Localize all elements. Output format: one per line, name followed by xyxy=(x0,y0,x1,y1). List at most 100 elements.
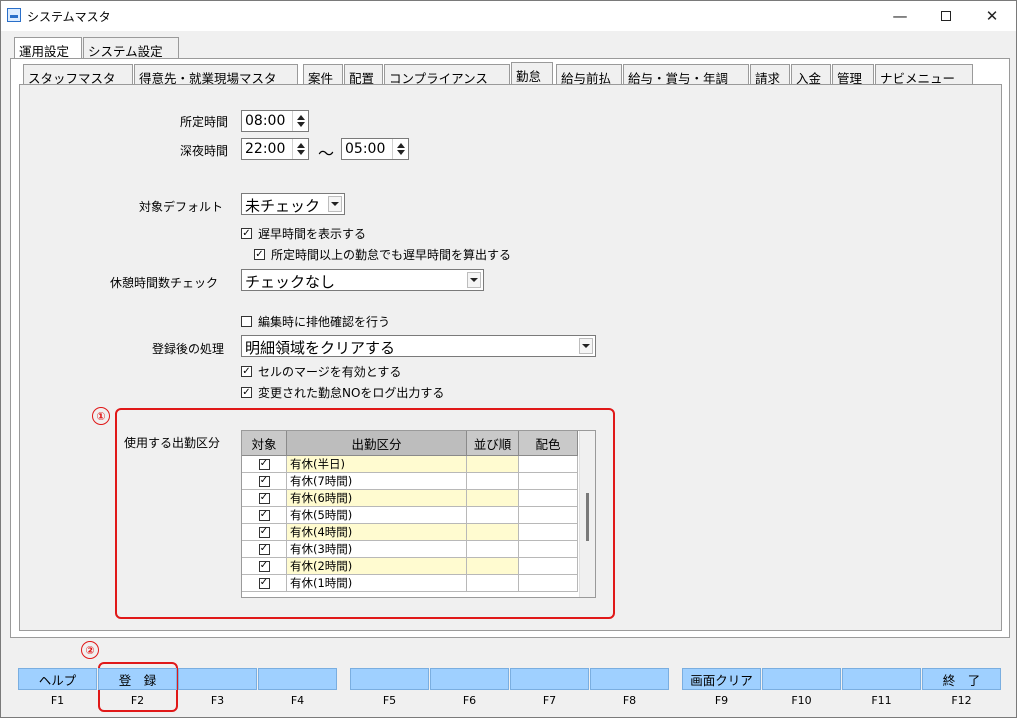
minimize-button[interactable]: — xyxy=(877,1,923,31)
tab-compliance[interactable]: コンプライアンス xyxy=(384,64,510,86)
row-target-cell[interactable]: ✓ xyxy=(242,541,287,558)
exclusive-checkbox[interactable]: 編集時に排他確認を行う xyxy=(241,313,390,330)
dropdown-arrow-icon[interactable] xyxy=(579,338,593,354)
row-target-cell[interactable]: ✓ xyxy=(242,524,287,541)
row-target-cell[interactable]: ✓ xyxy=(242,507,287,524)
checkbox-icon[interactable]: ✓ xyxy=(258,475,270,487)
cell-merge-checkbox[interactable]: ✓ セルのマージを有効とする xyxy=(241,363,401,380)
table-row[interactable]: ✓ 有休(半日) xyxy=(242,456,578,473)
row-color-cell[interactable] xyxy=(519,558,578,575)
table-row[interactable]: ✓ 有休(2時間) xyxy=(242,558,578,575)
row-color-cell[interactable] xyxy=(519,473,578,490)
row-attendance-type-cell[interactable]: 有休(7時間) xyxy=(287,473,467,490)
function-button-f5[interactable] xyxy=(350,668,429,690)
row-color-cell[interactable] xyxy=(519,575,578,592)
column-header-attendance-type[interactable]: 出勤区分 xyxy=(287,431,467,456)
row-color-cell[interactable] xyxy=(519,524,578,541)
close-button[interactable]: ✕ xyxy=(969,1,1015,31)
tab-salary-advance[interactable]: 給与前払 xyxy=(556,64,622,86)
row-color-cell[interactable] xyxy=(519,456,578,473)
function-button-f11[interactable] xyxy=(842,668,921,690)
function-button-f7[interactable] xyxy=(510,668,589,690)
column-header-order[interactable]: 並び順 xyxy=(467,431,519,456)
row-color-cell[interactable] xyxy=(519,507,578,524)
maximize-button[interactable] xyxy=(923,1,969,31)
attendance-type-grid[interactable]: 対象 出勤区分 並び順 配色 ✓ 有休(半日) ✓ 有休(7時間) ✓ 有休(6時間) ✓ 有… xyxy=(241,430,596,598)
table-row[interactable]: ✓ 有休(3時間) xyxy=(242,541,578,558)
spinner-arrows-icon[interactable] xyxy=(392,139,408,159)
grid-vertical-scrollbar[interactable] xyxy=(579,431,595,597)
spinner-arrows-icon[interactable] xyxy=(292,111,308,131)
tab-client-site-master[interactable]: 得意先・就業現場マスタ xyxy=(134,64,298,86)
standard-time-spinner[interactable]: 08:00 xyxy=(241,110,309,132)
table-row[interactable]: ✓ 有休(7時間) xyxy=(242,473,578,490)
log-output-checkbox[interactable]: ✓ 変更された勤怠NOをログ出力する xyxy=(241,384,444,401)
checkbox-icon[interactable]: ✓ xyxy=(258,560,270,572)
tab-operation-settings[interactable]: 運用設定 xyxy=(14,37,82,60)
row-order-cell[interactable] xyxy=(467,456,519,473)
function-button-f2[interactable]: 登 録 xyxy=(98,668,177,690)
checkbox-icon[interactable]: ✓ xyxy=(258,526,270,538)
tab-salary-bonus-yearend[interactable]: 給与・賞与・年調 xyxy=(623,64,749,86)
function-button-f6[interactable] xyxy=(430,668,509,690)
tab-management[interactable]: 管理 xyxy=(832,64,874,86)
row-target-cell[interactable]: ✓ xyxy=(242,558,287,575)
checkbox-icon[interactable]: ✓ xyxy=(258,458,270,470)
column-header-target[interactable]: 対象 xyxy=(242,431,287,456)
tab-placement[interactable]: 配置 xyxy=(344,64,383,86)
dropdown-arrow-icon[interactable] xyxy=(328,196,342,212)
spinner-arrows-icon[interactable] xyxy=(292,139,308,159)
row-attendance-type-cell[interactable]: 有休(3時間) xyxy=(287,541,467,558)
night-end-spinner[interactable]: 05:00 xyxy=(341,138,409,160)
checkbox-icon[interactable]: ✓ xyxy=(241,366,252,377)
checkbox-icon[interactable]: ✓ xyxy=(258,577,270,589)
row-attendance-type-cell[interactable]: 有休(1時間) xyxy=(287,575,467,592)
function-button-f4[interactable] xyxy=(258,668,337,690)
checkbox-icon[interactable]: ✓ xyxy=(241,387,252,398)
target-default-select[interactable]: 未チェック xyxy=(241,193,345,215)
tab-billing[interactable]: 請求 xyxy=(750,64,790,86)
tab-payment[interactable]: 入金 xyxy=(791,64,831,86)
row-target-cell[interactable]: ✓ xyxy=(242,473,287,490)
function-button-f3[interactable] xyxy=(178,668,257,690)
row-order-cell[interactable] xyxy=(467,490,519,507)
row-order-cell[interactable] xyxy=(467,507,519,524)
row-target-cell[interactable]: ✓ xyxy=(242,456,287,473)
table-row[interactable]: ✓ 有休(4時間) xyxy=(242,524,578,541)
row-order-cell[interactable] xyxy=(467,473,519,490)
function-button-f12[interactable]: 終 了 xyxy=(922,668,1001,690)
row-attendance-type-cell[interactable]: 有休(4時間) xyxy=(287,524,467,541)
table-row[interactable]: ✓ 有休(1時間) xyxy=(242,575,578,592)
row-order-cell[interactable] xyxy=(467,575,519,592)
tab-staff-master[interactable]: スタッフマスタ xyxy=(23,64,133,86)
tab-system-settings[interactable]: システム設定 xyxy=(83,37,179,59)
checkbox-icon[interactable] xyxy=(241,316,252,327)
dropdown-arrow-icon[interactable] xyxy=(467,272,481,288)
row-attendance-type-cell[interactable]: 有休(6時間) xyxy=(287,490,467,507)
break-check-select[interactable]: チェックなし xyxy=(241,269,484,291)
checkbox-icon[interactable]: ✓ xyxy=(254,249,265,260)
row-target-cell[interactable]: ✓ xyxy=(242,575,287,592)
function-button-f9[interactable]: 画面クリア xyxy=(682,668,761,690)
row-order-cell[interactable] xyxy=(467,524,519,541)
row-target-cell[interactable]: ✓ xyxy=(242,490,287,507)
night-start-spinner[interactable]: 22:00 xyxy=(241,138,309,160)
calc-late-checkbox[interactable]: ✓ 所定時間以上の勤怠でも遅早時間を算出する xyxy=(254,246,511,263)
checkbox-icon[interactable]: ✓ xyxy=(241,228,252,239)
function-button-f10[interactable] xyxy=(762,668,841,690)
function-button-f1[interactable]: ヘルプ xyxy=(18,668,97,690)
tab-project[interactable]: 案件 xyxy=(303,64,343,86)
function-button-f8[interactable] xyxy=(590,668,669,690)
row-color-cell[interactable] xyxy=(519,541,578,558)
scrollbar-thumb[interactable] xyxy=(586,493,589,541)
checkbox-icon[interactable]: ✓ xyxy=(258,492,270,504)
row-order-cell[interactable] xyxy=(467,558,519,575)
row-attendance-type-cell[interactable]: 有休(半日) xyxy=(287,456,467,473)
row-color-cell[interactable] xyxy=(519,490,578,507)
column-header-color[interactable]: 配色 xyxy=(519,431,578,456)
tab-attendance[interactable]: 勤怠 xyxy=(511,62,553,85)
checkbox-icon[interactable]: ✓ xyxy=(258,509,270,521)
row-attendance-type-cell[interactable]: 有休(2時間) xyxy=(287,558,467,575)
show-late-checkbox[interactable]: ✓ 遅早時間を表示する xyxy=(241,225,366,242)
row-order-cell[interactable] xyxy=(467,541,519,558)
